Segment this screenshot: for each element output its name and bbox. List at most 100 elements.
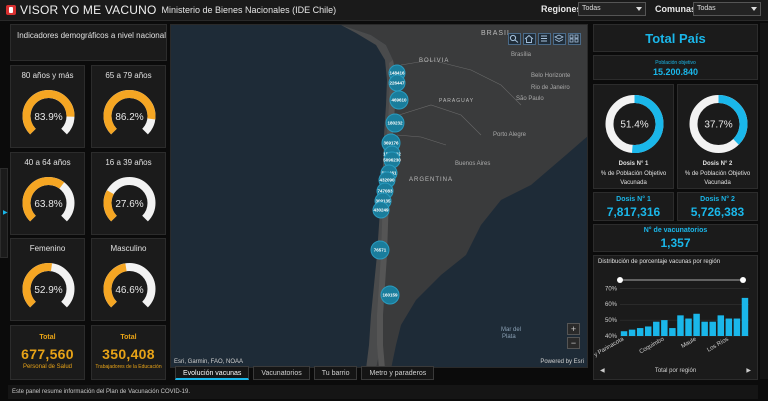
region-chart-panel: Distribución de porcentaje vacunas por r… — [593, 255, 758, 380]
tab-vacunatorios[interactable]: Vacunatorios — [253, 366, 310, 380]
map-grid-button[interactable] — [568, 33, 581, 45]
comunas-select-value: Todas — [697, 5, 716, 12]
tab-metro-paraderos[interactable]: Metro y paraderos — [361, 366, 435, 380]
total-foot: Personal de Salud — [22, 364, 73, 370]
gauge-40-64: 40 a 64 años 63.8% — [10, 152, 85, 235]
vacunatorios-label: N° de vacunatorios — [643, 227, 708, 234]
chart-bar — [628, 329, 636, 336]
map-label-buenos: Buenos Aires — [455, 161, 490, 167]
chart-bar — [701, 321, 708, 336]
chevron-down-icon — [636, 7, 642, 11]
gauge-label: Masculino — [110, 244, 147, 253]
map-search-button[interactable] — [508, 33, 521, 45]
poblacion-objetivo-panel: Población objetivo 15.200.840 — [593, 55, 758, 80]
map-list-button[interactable] — [538, 33, 551, 45]
zoom-out-button[interactable]: − — [567, 337, 580, 349]
tab-evolucion-vacunas[interactable]: Evolución vacunas — [175, 366, 250, 380]
map-cluster-label: 160159 — [382, 293, 398, 298]
chart-bar — [717, 315, 725, 336]
total-title: Total — [120, 334, 137, 341]
chart-bar — [653, 321, 660, 336]
chart-x-tick: Los Ríos — [706, 337, 730, 354]
gauge-65-79: 65 a 79 años 86.2% — [91, 65, 166, 148]
chevron-down-icon — [751, 7, 757, 11]
donut-value: 51.4% — [620, 120, 648, 131]
total-title: Total — [39, 334, 56, 341]
total-pais-title: Total País — [645, 31, 706, 46]
chart-bar — [636, 328, 644, 336]
indicators-title-panel: Indicadores demográficos a nivel naciona… — [10, 24, 167, 61]
regiones-label: Regiones — [541, 4, 582, 14]
total-personal-salud: Total 677,560 Personal de Salud — [10, 325, 85, 380]
map-home-button[interactable] — [523, 33, 536, 45]
chart-bar — [661, 320, 668, 336]
header-bar: VISOR YO ME VACUNO Ministerio de Bienes … — [0, 0, 768, 21]
right-scrollbar[interactable] — [760, 23, 768, 379]
map-layers-button[interactable] — [553, 33, 566, 45]
comunas-select[interactable]: Todas — [693, 2, 761, 16]
dosis2-value: 5,726,383 — [690, 205, 745, 219]
gauge-chart: 46.6% — [103, 263, 156, 308]
poblacion-objetivo-value: 15.200.840 — [652, 67, 699, 77]
gauge-chart: 27.6% — [103, 177, 156, 222]
gauge-chart: 86.2% — [103, 90, 156, 135]
chart-y-tick: 50% — [605, 318, 618, 324]
map-label-mar: Mar del — [501, 327, 521, 333]
left-panel-toggle[interactable]: ▶ — [0, 168, 8, 258]
chart-x-label: Total por región — [654, 368, 697, 374]
footer-note: Este panel resume información del Plan d… — [8, 385, 758, 399]
chevron-right-icon: ▶ — [3, 210, 8, 216]
chart-x-tick: Coquimbo — [639, 336, 666, 355]
total-value: 677,560 — [21, 346, 74, 362]
bottom-tabs: Evolución vacunas Vacunatorios Tu barrio… — [175, 366, 435, 380]
map-view[interactable]: BRASIL BOLIVIA PARAGUAY ARGENTINA Brasíl… — [170, 24, 588, 368]
map-label-sao: São Paulo — [516, 96, 544, 102]
dosis1-label: Dosis N° 1 — [616, 196, 651, 203]
gauge-value: 83.9% — [34, 112, 62, 123]
regiones-select[interactable]: Todas — [578, 2, 646, 16]
map-basemap: BRASIL BOLIVIA PARAGUAY ARGENTINA Brasíl… — [171, 25, 587, 367]
gauge-label: 16 a 39 años — [105, 158, 152, 167]
chart-bar — [685, 318, 692, 336]
map-cluster-label: 76571 — [374, 248, 387, 253]
gauge-label: Femenino — [29, 244, 66, 253]
map-label-porto: Porto Alegre — [493, 132, 527, 138]
chevron-right-icon[interactable]: ▶ — [746, 367, 751, 374]
gauge-value: 52.9% — [34, 285, 62, 296]
gauge-80-plus: 80 años y más 83.9% — [10, 65, 85, 148]
chart-bar — [733, 318, 741, 336]
donut-line2: Vacunada — [620, 180, 647, 186]
total-trabajadores-educacion: Total 350,408 Trabajadores de la Educaci… — [91, 325, 166, 380]
zoom-in-button[interactable]: + — [567, 323, 580, 335]
chart-y-tick: 70% — [605, 286, 618, 292]
map-label-plata: Plata — [502, 334, 516, 340]
map-powered-by[interactable]: Powered by Esri — [540, 359, 584, 365]
chart-bar — [669, 328, 676, 336]
tab-tu-barrio[interactable]: Tu barrio — [313, 366, 358, 380]
donut-chart: 51.4% — [605, 95, 664, 153]
donut-title: Dosis N° 1 — [618, 161, 649, 167]
map-cluster-label: 5096230 — [383, 158, 401, 163]
gauge-value: 46.6% — [115, 285, 143, 296]
gauge-chart: 63.8% — [22, 177, 75, 222]
vacunatorios-panel: N° de vacunatorios 1,357 — [593, 224, 758, 252]
donut-line2: Vacunada — [704, 180, 731, 186]
comunas-label: Comunas — [655, 4, 697, 14]
donut-value: 37.7% — [704, 120, 732, 131]
gauge-chart: 52.9% — [22, 263, 75, 308]
gauge-masculino: Masculino 46.6% — [91, 238, 166, 321]
chart-y-tick: 60% — [605, 302, 618, 308]
map-cluster-label: 432090 — [379, 178, 395, 183]
chart-title: Distribución de porcentaje vacunas por r… — [598, 259, 721, 265]
map-label-paraguay: PARAGUAY — [439, 98, 474, 104]
map-cluster-label: 226447 — [389, 81, 405, 86]
bar-chart: 40%50%60%70%a y ParinacotaCoquimboMauleL… — [594, 277, 749, 361]
total-value: 350,408 — [102, 346, 155, 362]
map-label-brasilia: Brasília — [511, 52, 532, 58]
map-label-argentina: ARGENTINA — [409, 177, 453, 183]
chart-x-tick: Maule — [680, 336, 698, 350]
chart-bar — [677, 315, 684, 336]
chart-bar — [644, 326, 652, 336]
total-pais-panel: Total País — [593, 24, 758, 52]
gauge-value: 63.8% — [34, 199, 62, 210]
